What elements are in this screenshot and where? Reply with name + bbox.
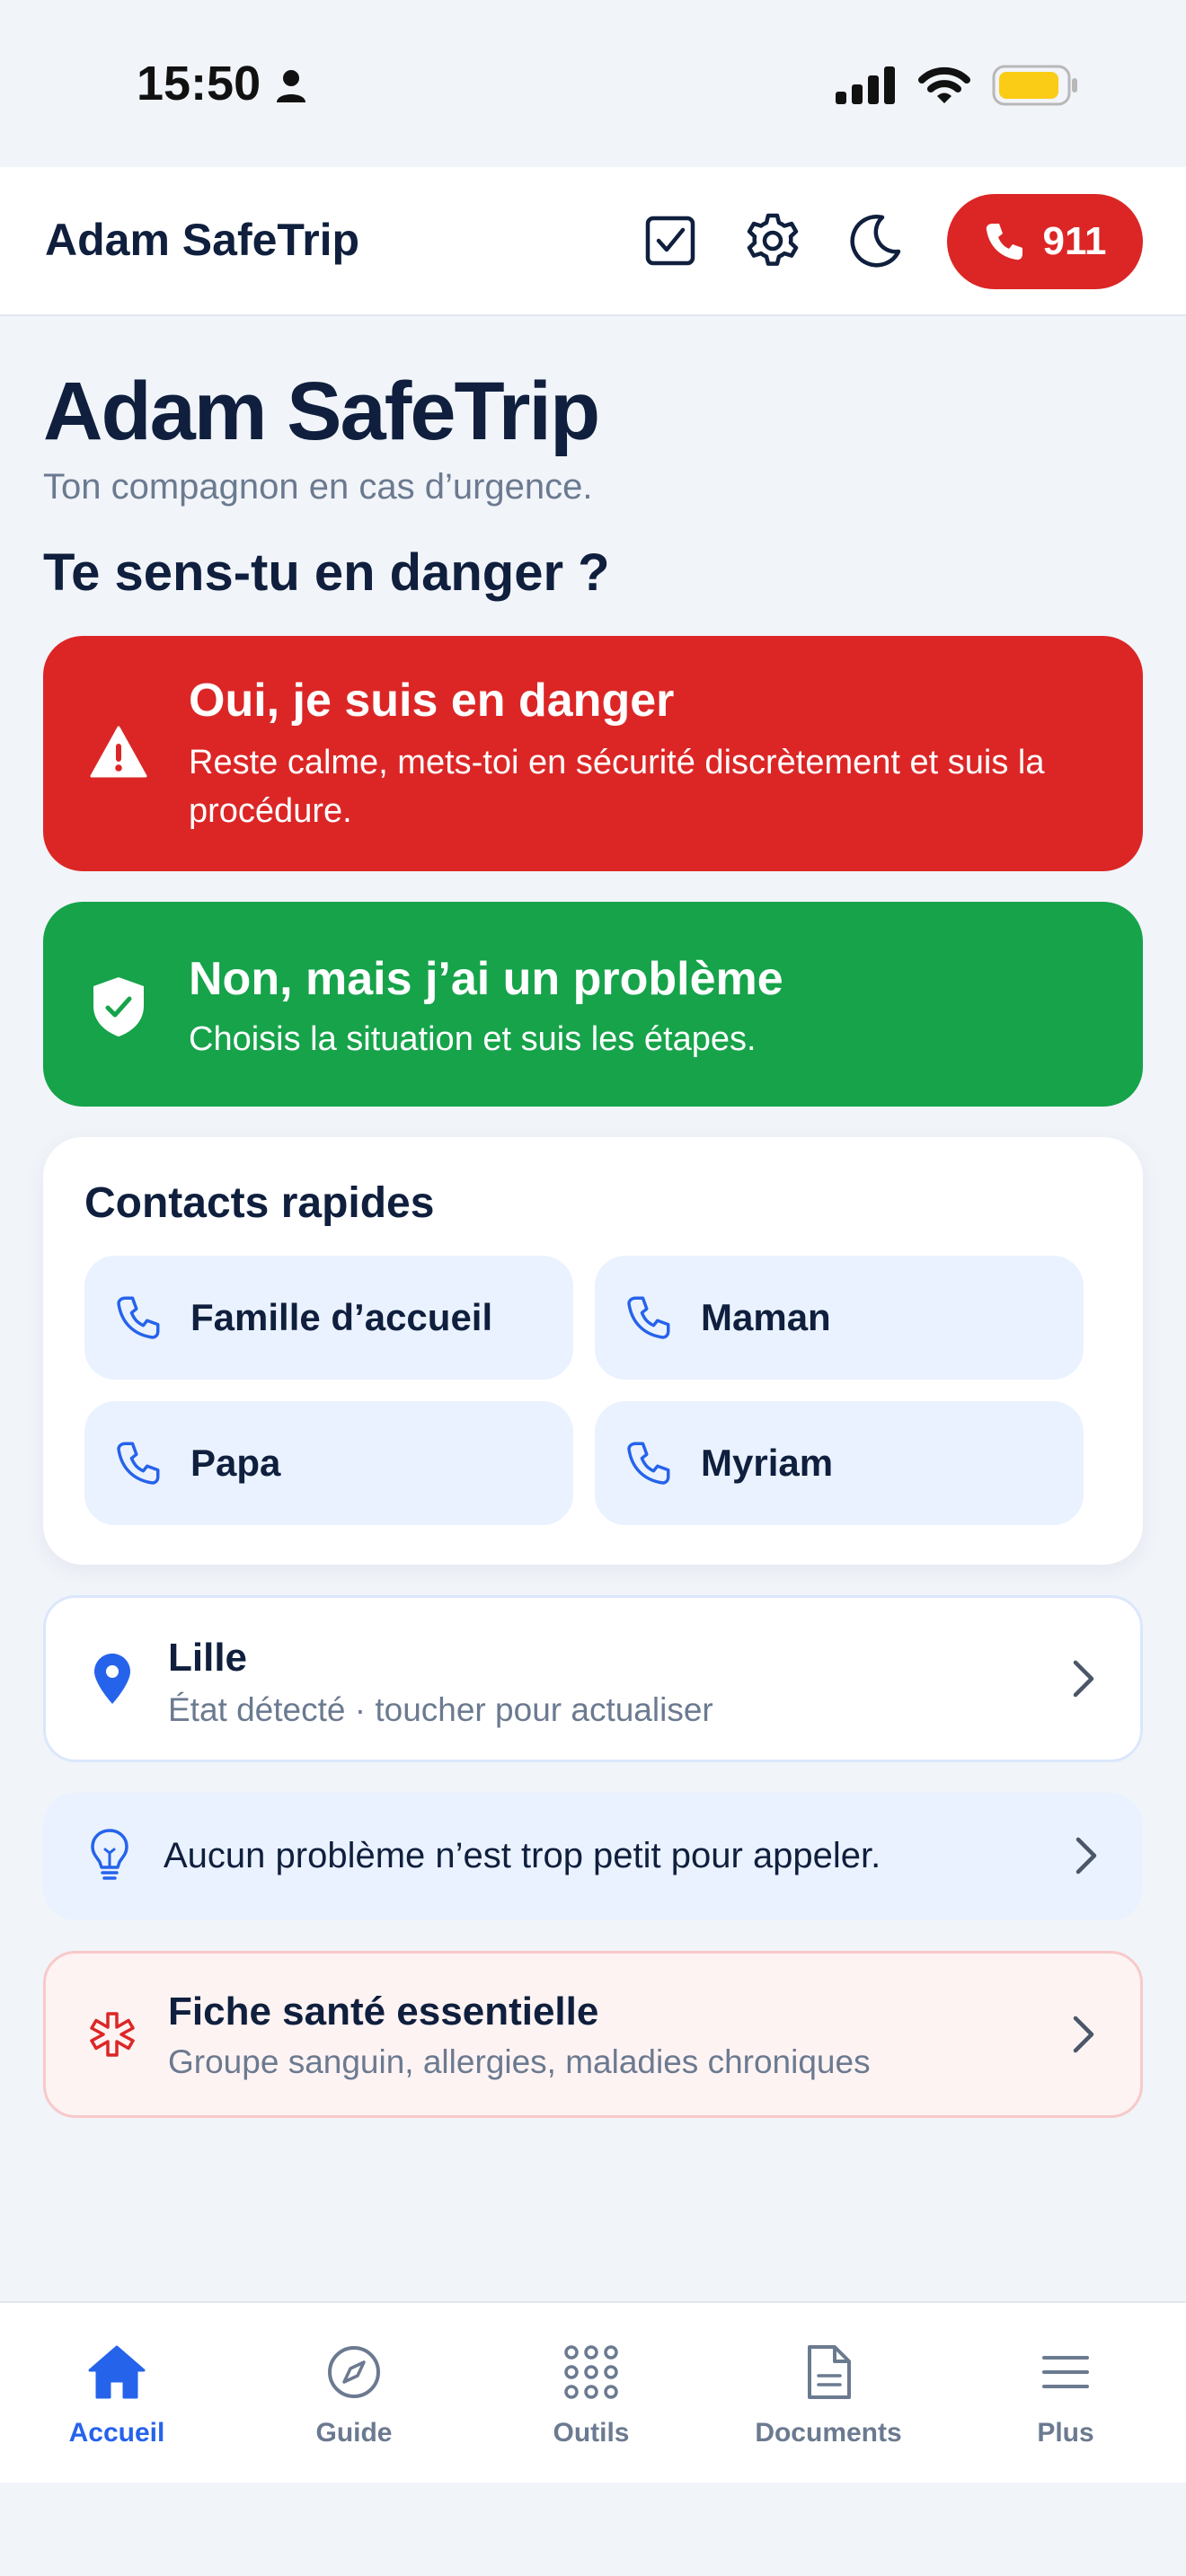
tab-plus[interactable]: Plus — [976, 2339, 1155, 2448]
tip-text: Aucun problème n’est trop petit pour app… — [164, 1836, 881, 1875]
contact-myriam[interactable]: Myriam — [595, 1401, 1084, 1525]
tab-label: Outils — [553, 2418, 630, 2448]
phone-icon — [986, 224, 1022, 260]
home-indicator-area — [0, 2483, 1186, 2576]
contact-label: Maman — [701, 1296, 831, 1338]
dark-mode-button[interactable] — [843, 208, 907, 273]
tab-label: Accueil — [68, 2418, 165, 2448]
danger-button[interactable]: Oui, je suis en danger Reste calme, mets… — [43, 636, 1143, 871]
tab-label: Plus — [1037, 2418, 1094, 2448]
chevron-right-icon — [1073, 1660, 1094, 1698]
person-icon — [277, 70, 305, 102]
settings-button[interactable] — [740, 208, 805, 273]
contact-maman[interactable]: Maman — [595, 1256, 1084, 1380]
tab-guide[interactable]: Guide — [264, 2339, 444, 2448]
tab-outils[interactable]: Outils — [501, 2339, 681, 2448]
chevron-right-icon — [1075, 1837, 1097, 1875]
problem-title: Non, mais j’ai un problème — [189, 953, 783, 1005]
medical-asterisk-icon — [90, 2012, 135, 2057]
menu-icon — [1042, 2356, 1089, 2388]
signal-icon — [836, 66, 895, 104]
contact-label: Papa — [190, 1442, 281, 1484]
location-title: Lille — [168, 1636, 248, 1680]
phone-icon — [627, 1442, 670, 1485]
contact-papa[interactable]: Papa — [84, 1401, 573, 1525]
battery-icon — [992, 65, 1077, 106]
problem-description: Choisis la situation et suis les étapes. — [189, 1020, 757, 1058]
gear-icon — [747, 213, 799, 266]
phone-icon — [117, 1296, 160, 1339]
lightbulb-icon — [91, 1829, 128, 1880]
quick-contacts-title: Contacts rapides — [84, 1179, 435, 1227]
bottom-tab-bar: Accueil Guide Outils Documents Plus — [0, 2301, 1186, 2483]
home-icon — [88, 2345, 146, 2399]
tab-label: Documents — [755, 2418, 902, 2448]
status-bar: 15:50 — [0, 0, 1186, 167]
status-time: 15:50 — [137, 57, 261, 110]
location-subtitle: État détecté · toucher pour actualiser — [168, 1691, 713, 1728]
page-subtitle: Ton compagnon en cas d’urgence. — [43, 467, 593, 507]
health-title: Fiche santé essentielle — [168, 1989, 599, 2033]
tab-documents[interactable]: Documents — [739, 2339, 918, 2448]
contact-label: Famille d’accueil — [190, 1296, 493, 1338]
location-row[interactable]: Lille État détecté · toucher pour actual… — [43, 1595, 1143, 1762]
checkbox-icon — [645, 216, 695, 266]
page-title: Adam SafeTrip — [43, 366, 600, 457]
danger-title: Oui, je suis en danger — [189, 675, 675, 727]
wifi-icon — [918, 66, 970, 103]
call-911-button[interactable]: 911 — [947, 194, 1143, 289]
shield-check-icon — [93, 977, 144, 1037]
contact-label: Myriam — [701, 1442, 834, 1484]
tab-accueil[interactable]: Accueil — [27, 2339, 207, 2448]
quick-contacts-card: Contacts rapides Famille d’accueil Maman… — [43, 1137, 1143, 1565]
tab-label: Guide — [315, 2418, 393, 2448]
health-subtitle: Groupe sanguin, allergies, maladies chro… — [168, 2043, 871, 2080]
app-title: Adam SafeTrip — [45, 215, 360, 265]
phone-icon — [627, 1296, 670, 1339]
map-pin-icon — [94, 1654, 130, 1704]
tip-row[interactable]: Aucun problème n’est trop petit pour app… — [43, 1793, 1143, 1920]
app-bar: Adam SafeTrip 911 — [0, 167, 1186, 316]
warning-icon — [90, 726, 147, 778]
call-911-label: 911 — [1042, 219, 1107, 263]
contact-famille-accueil[interactable]: Famille d’accueil — [84, 1256, 573, 1380]
danger-description: Reste calme, mets-toi en sécurité discrè… — [189, 744, 1045, 830]
document-icon — [808, 2345, 851, 2399]
moon-icon — [850, 215, 901, 268]
health-sheet-row[interactable]: Fiche santé essentielle Groupe sanguin, … — [43, 1951, 1143, 2118]
chevron-right-icon — [1073, 2016, 1094, 2053]
checklist-button[interactable] — [638, 208, 703, 273]
phone-icon — [117, 1442, 160, 1485]
compass-icon — [328, 2346, 380, 2398]
grid-icon — [564, 2345, 618, 2399]
problem-button[interactable]: Non, mais j’ai un problème Choisis la si… — [43, 902, 1143, 1107]
danger-question: Te sens-tu en danger ? — [43, 543, 610, 602]
